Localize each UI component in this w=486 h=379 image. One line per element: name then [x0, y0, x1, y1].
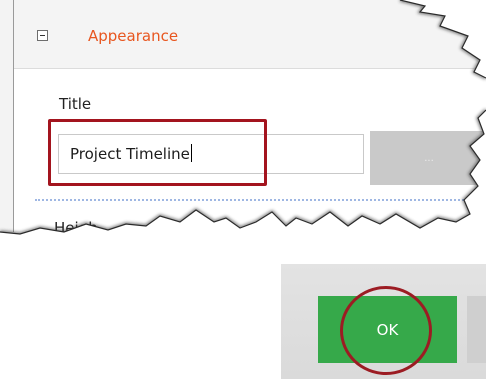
highlight-circle-annotation: [340, 286, 432, 375]
cancel-button-edge[interactable]: [467, 296, 486, 363]
